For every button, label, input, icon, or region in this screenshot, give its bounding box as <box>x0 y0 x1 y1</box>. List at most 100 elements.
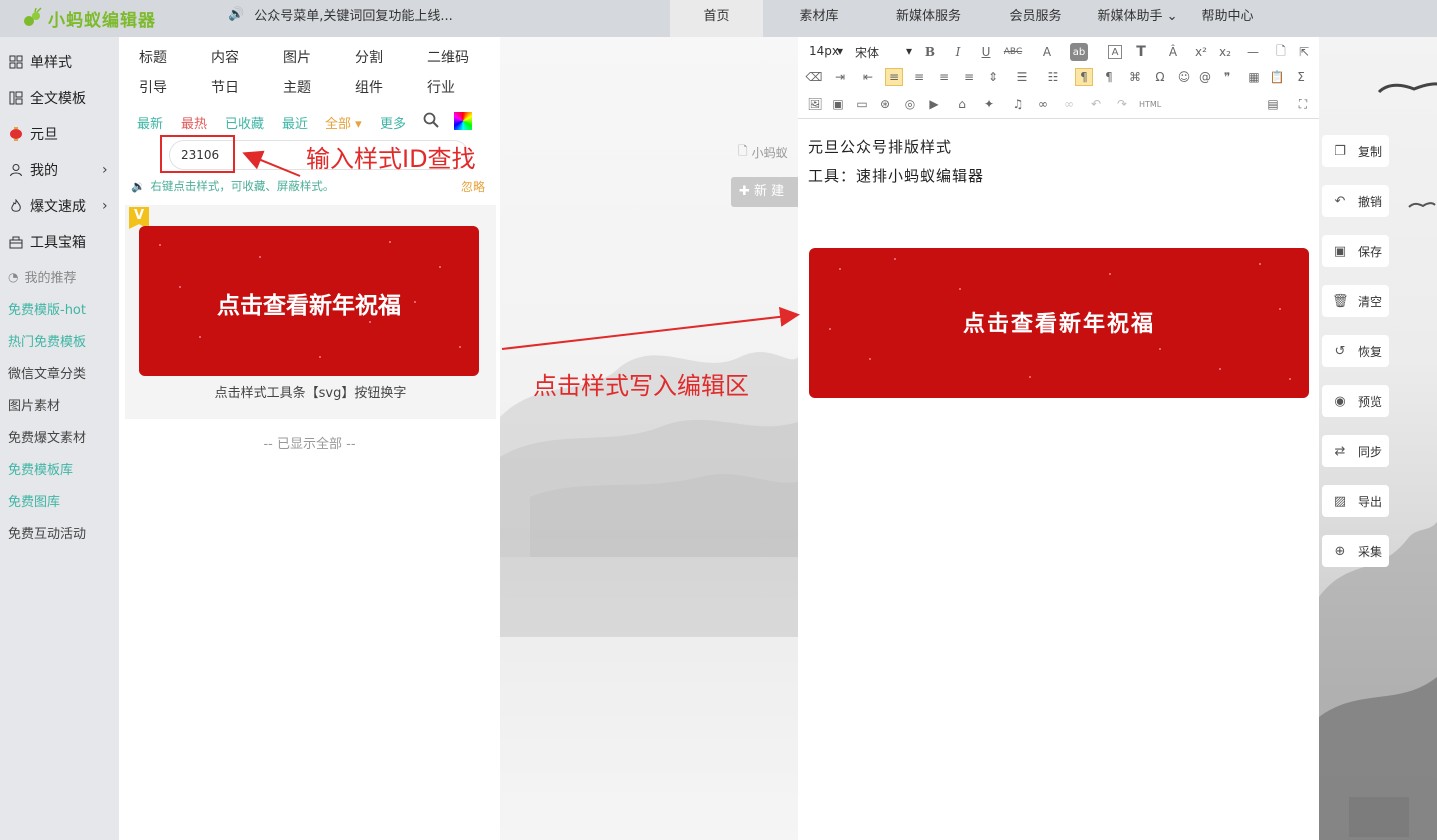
special-char-icon[interactable]: Ω <box>1151 68 1169 86</box>
insert-icon[interactable]: ⌂ <box>953 95 971 113</box>
new-document-icon[interactable]: 🗋 <box>1272 43 1290 61</box>
sidebar-link-interactive[interactable]: 免费互动活动 <box>8 523 86 542</box>
nav-home[interactable]: 首页 <box>670 0 763 37</box>
open-window-icon[interactable]: ⇱ <box>1295 43 1313 61</box>
scrawl-icon[interactable]: ⊛ <box>876 95 894 113</box>
font-family-select[interactable]: 宋体 <box>855 44 879 61</box>
undo-button[interactable]: ↶ 撤销 <box>1322 185 1389 217</box>
sidebar-link-free-gallery[interactable]: 免费图库 <box>8 491 60 510</box>
editor-inserted-card[interactable]: 点击查看新年祝福 <box>809 248 1309 398</box>
highlight-color-icon[interactable]: ab <box>1070 43 1088 61</box>
nav-help[interactable]: 帮助中心 <box>1186 0 1269 37</box>
search-icon[interactable] <box>423 112 439 132</box>
dropdown-arrow-icon[interactable]: ▾ <box>837 44 843 58</box>
screen-icon[interactable]: ▭ <box>853 95 871 113</box>
list-icon[interactable]: ☷ <box>1044 68 1062 86</box>
nav-material[interactable]: 素材库 <box>763 0 875 37</box>
map-icon[interactable]: ◎ <box>901 95 919 113</box>
category-content[interactable]: 内容 <box>211 47 239 67</box>
category-industry[interactable]: 行业 <box>427 77 455 97</box>
nav-media-service[interactable]: 新媒体服务 <box>875 0 982 37</box>
outdent-icon[interactable]: ⇤ <box>859 68 877 86</box>
ignore-link[interactable]: 忽略 <box>461 178 485 195</box>
category-component[interactable]: 组件 <box>355 77 383 97</box>
filter-hottest[interactable]: 最热 <box>181 113 207 132</box>
format-painter-icon[interactable]: ⌘ <box>1126 68 1144 86</box>
color-picker-icon[interactable] <box>454 112 472 130</box>
undo-icon[interactable]: ↶ <box>1087 95 1105 113</box>
sidebar-item-full-template[interactable]: 全文模板 <box>8 88 86 108</box>
align-center-icon[interactable]: ≡ <box>910 68 928 86</box>
subscript-icon[interactable]: x₂ <box>1216 43 1234 61</box>
font-size-select[interactable]: 14px <box>809 44 839 58</box>
new-button[interactable]: ✚ 新 建 <box>731 177 798 207</box>
template-icon[interactable]: ▤ <box>1264 95 1282 113</box>
blockquote-icon[interactable]: ❞ <box>1218 68 1236 86</box>
multi-image-icon[interactable]: ▣ <box>829 95 847 113</box>
find-replace-icon[interactable]: @ <box>1196 68 1214 86</box>
align-justify-icon[interactable]: ≡ <box>960 68 978 86</box>
filter-favorited[interactable]: 已收藏 <box>225 113 264 132</box>
rtl-icon[interactable]: ¶ <box>1100 68 1118 86</box>
horizontal-rule-icon[interactable]: — <box>1244 43 1262 61</box>
bold-icon[interactable]: B <box>921 43 939 61</box>
sidebar-link-image-material[interactable]: 图片素材 <box>8 395 60 414</box>
sidebar-item-single-style[interactable]: 单样式 <box>8 52 72 72</box>
dropdown-arrow-icon[interactable]: ▾ <box>906 44 912 58</box>
text-size-icon[interactable]: T <box>1132 43 1150 61</box>
image-icon[interactable]: 🖼 <box>806 95 824 113</box>
sidebar-link-article-category[interactable]: 微信文章分类 <box>8 363 86 382</box>
sidebar-item-new-year[interactable]: 元旦 <box>8 124 58 144</box>
align-left-icon[interactable]: ≡ <box>885 68 903 86</box>
category-image[interactable]: 图片 <box>283 47 311 67</box>
sync-button[interactable]: ⇄ 同步 <box>1322 435 1389 467</box>
sidebar-link-viral-material[interactable]: 免费爆文素材 <box>8 427 86 446</box>
copy-button[interactable]: ❐ 复制 <box>1322 135 1389 167</box>
italic-icon[interactable]: I <box>949 43 967 61</box>
text-transform-icon[interactable]: Â <box>1164 43 1182 61</box>
table-icon[interactable]: ▦ <box>1245 68 1263 86</box>
editor[interactable]: 14px ▾ 宋体 ▾ B I U ABC A ab A T Â x² x₂ —… <box>798 37 1319 840</box>
emoji-icon[interactable]: ☺ <box>1175 68 1193 86</box>
collect-button[interactable]: ⊕ 采集 <box>1322 535 1389 567</box>
filter-recent[interactable]: 最近 <box>282 113 308 132</box>
redo-icon[interactable]: ↷ <box>1113 95 1131 113</box>
fullscreen-icon[interactable]: ⛶ <box>1294 95 1312 113</box>
music-icon[interactable]: ♫ <box>1009 95 1027 113</box>
category-theme[interactable]: 主题 <box>283 77 311 97</box>
video-icon[interactable]: ▶ <box>925 95 943 113</box>
editor-line-2[interactable]: 工具：速排小蚂蚁编辑器 <box>808 165 984 186</box>
category-festival[interactable]: 节日 <box>211 77 239 97</box>
link-icon[interactable]: ∞ <box>1034 95 1052 113</box>
paste-icon[interactable]: 📋 <box>1268 68 1286 86</box>
sidebar-link-free-hot[interactable]: 免费模版-hot <box>8 299 86 318</box>
clear-button[interactable]: 🗑 清空 <box>1322 285 1389 317</box>
file-tab[interactable]: 🗋 小蚂蚁 <box>738 142 788 163</box>
sidebar-link-template-lib[interactable]: 免费模板库 <box>8 459 73 478</box>
logo[interactable]: 小蚂蚁编辑器 <box>22 6 156 31</box>
filter-more[interactable]: 更多 <box>380 113 406 132</box>
category-title[interactable]: 标题 <box>139 47 167 67</box>
align-right-icon[interactable]: ≡ <box>935 68 953 86</box>
nav-assistant[interactable]: 新媒体助手 ⌄ <box>1089 0 1186 37</box>
magic-wand-icon[interactable]: ✦ <box>980 95 998 113</box>
style-card[interactable]: V 点击查看新年祝福 点击样式工具条【svg】按钮换字 <box>125 205 496 419</box>
html-source-button[interactable]: HTML <box>1139 100 1161 109</box>
line-height-icon[interactable]: ⇕ <box>984 68 1002 86</box>
editor-line-1[interactable]: 元旦公众号排版样式 <box>808 136 952 157</box>
formula-icon[interactable]: Σ <box>1292 68 1310 86</box>
filter-latest[interactable]: 最新 <box>137 113 163 132</box>
text-border-icon[interactable]: A <box>1108 45 1122 59</box>
notice-bar[interactable]: 🔊 公众号菜单,关键词回复功能上线... <box>228 5 453 24</box>
nav-member[interactable]: 会员服务 <box>982 0 1089 37</box>
superscript-icon[interactable]: x² <box>1192 43 1210 61</box>
export-button[interactable]: ▨ 导出 <box>1322 485 1389 517</box>
save-button[interactable]: ▣ 保存 <box>1322 235 1389 267</box>
font-color-icon[interactable]: A <box>1038 43 1056 61</box>
sidebar-recommend[interactable]: ◔ 我的推荐 <box>8 267 77 287</box>
unlink-icon[interactable]: ∞ <box>1060 95 1078 113</box>
category-guide[interactable]: 引导 <box>139 77 167 97</box>
sidebar-item-mine[interactable]: 我的 › <box>8 160 108 180</box>
sidebar-item-toolbox[interactable]: 工具宝箱 <box>8 232 86 252</box>
category-qrcode[interactable]: 二维码 <box>427 47 469 67</box>
